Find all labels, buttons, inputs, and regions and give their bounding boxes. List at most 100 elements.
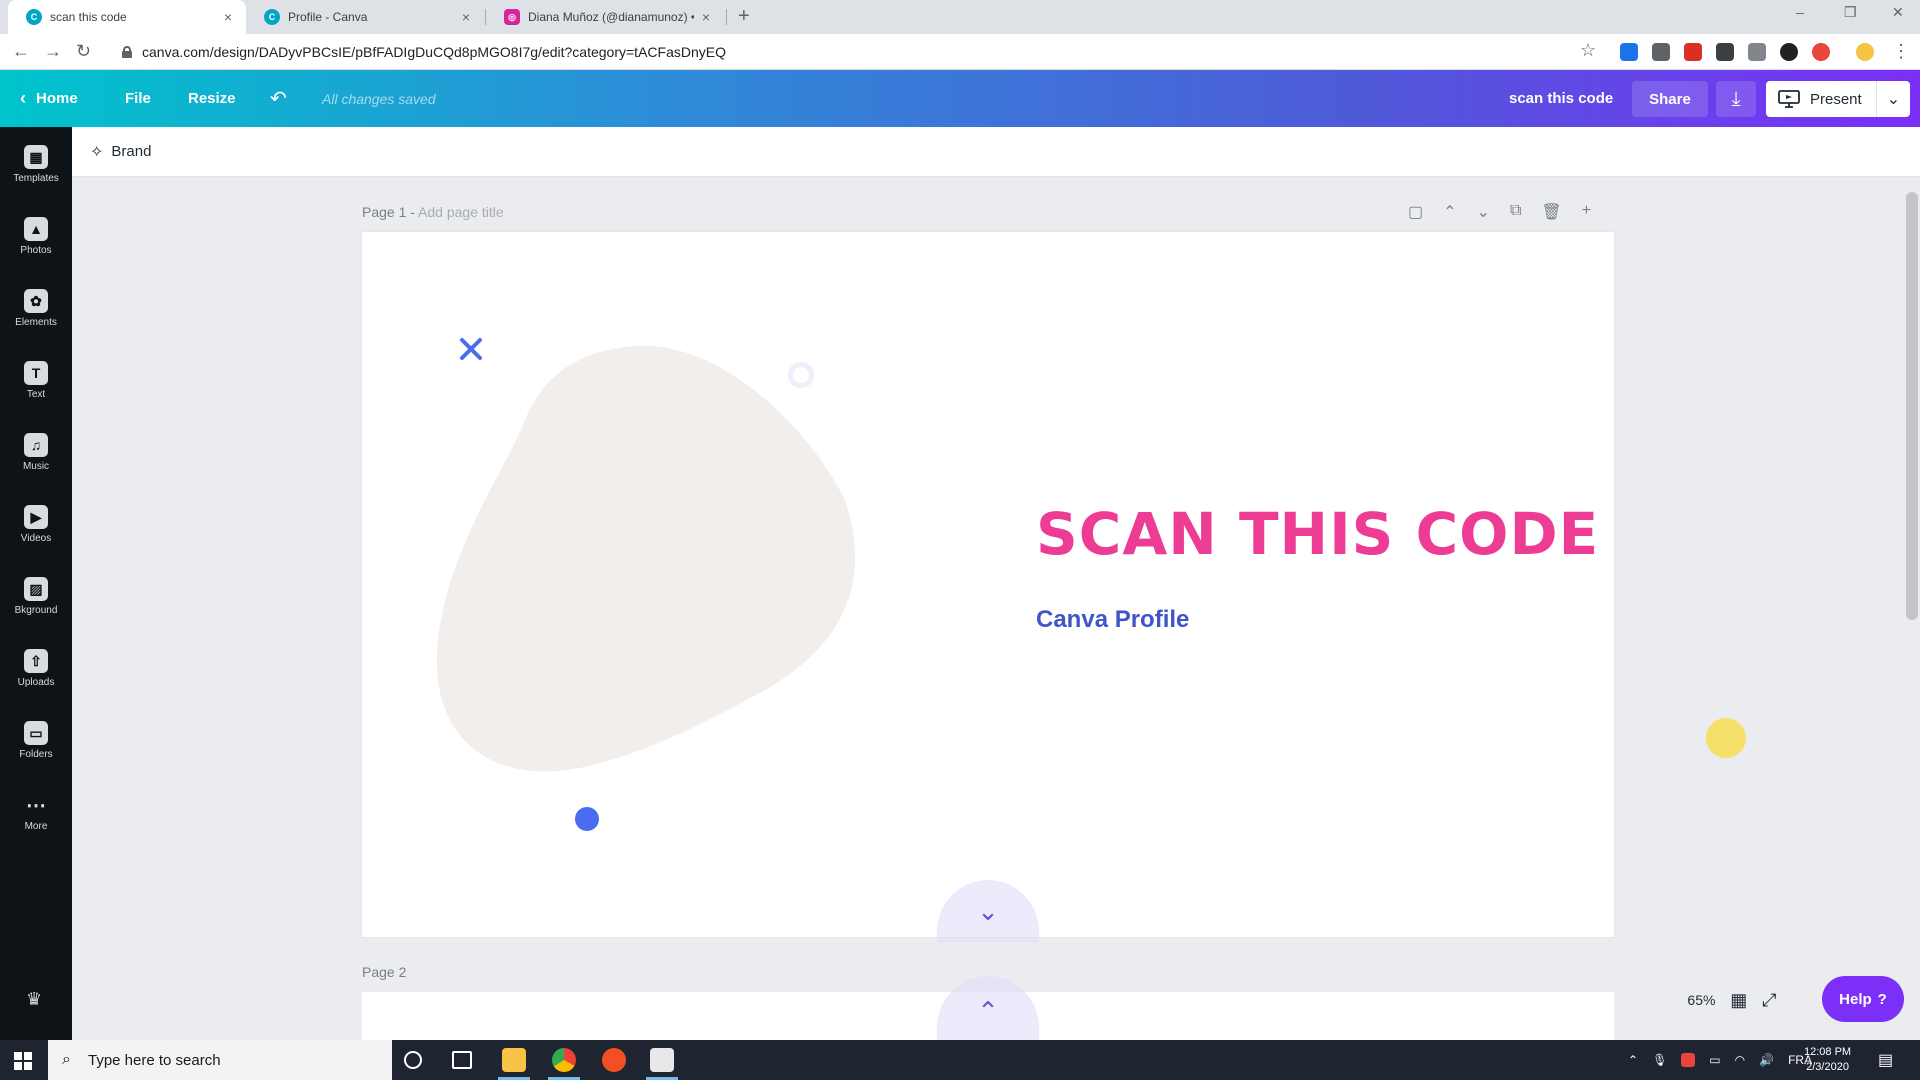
fullscreen-icon[interactable]: ⤢	[1762, 990, 1776, 1011]
extension-icon[interactable]	[1684, 43, 1702, 61]
resize-button[interactable]: Resize	[188, 70, 236, 127]
ring-shape[interactable]	[788, 362, 814, 388]
url-field[interactable]: canva.com/design/DADyvPBCsIE/pBfFADIgDuC…	[108, 38, 1608, 66]
rail-item-templates[interactable]: ▦ Templates	[0, 141, 72, 201]
taskbar-search-field[interactable]: ⌕ Type here to search	[48, 1040, 392, 1080]
headline-text[interactable]: SCAN THIS CODE	[1036, 500, 1599, 568]
scrollbar-thumb[interactable]	[1906, 192, 1918, 620]
rail-item-folders[interactable]: ▭ Folders	[0, 717, 72, 777]
design-title[interactable]: scan this code	[1509, 70, 1613, 127]
file-explorer-icon[interactable]	[502, 1048, 526, 1072]
add-page-title[interactable]: Add page title	[418, 204, 504, 220]
extension-icon[interactable]	[1780, 43, 1798, 61]
blue-dot-shape[interactable]	[575, 807, 599, 831]
chrome-icon[interactable]	[552, 1048, 576, 1072]
video-editor-icon[interactable]	[650, 1048, 674, 1072]
download-icon: ⤓	[1731, 87, 1741, 110]
crown-icon[interactable]: ♛	[26, 989, 42, 1010]
share-button[interactable]: Share	[1632, 81, 1708, 117]
extension-icon[interactable]	[1620, 43, 1638, 61]
cortana-icon[interactable]	[404, 1051, 422, 1069]
lock-icon	[122, 46, 132, 58]
download-button[interactable]: ⤓	[1716, 81, 1756, 117]
subline-text[interactable]: Canva Profile	[1036, 606, 1189, 634]
present-label: Present	[1810, 90, 1862, 108]
extension-icon[interactable]	[1748, 43, 1766, 61]
save-status: All changes saved	[322, 90, 436, 107]
extension-icon[interactable]	[1652, 43, 1670, 61]
tab-title: Profile - Canva	[288, 10, 368, 24]
minimize-button[interactable]: –	[1796, 4, 1804, 20]
rail-item-text[interactable]: T Text	[0, 357, 72, 417]
x-shape-icon[interactable]	[459, 337, 483, 361]
duplicate-page-icon[interactable]: ⧉	[1510, 202, 1521, 222]
tab-separator	[726, 9, 727, 25]
microphone-icon[interactable]: 🎙	[1652, 1053, 1667, 1067]
uploads-icon: ⇧	[24, 649, 48, 673]
file-menu-button[interactable]: File	[125, 70, 151, 127]
browser-tab[interactable]: C Profile - Canva ×	[246, 0, 484, 34]
bookmark-star-icon[interactable]: ☆	[1580, 40, 1596, 61]
window-close-button[interactable]: ✕	[1892, 4, 1904, 21]
instagram-favicon-icon: ◎	[504, 9, 520, 25]
battery-icon[interactable]: ▭	[1709, 1053, 1720, 1067]
extension-icon[interactable]	[1812, 43, 1830, 61]
profile-avatar[interactable]	[1856, 43, 1874, 61]
zoom-controls: 65% ▦ ⤢	[1680, 980, 1784, 1020]
page-number: Page 1 -	[362, 204, 419, 220]
notes-icon[interactable]: ▢	[1408, 202, 1423, 222]
rail-item-videos[interactable]: ▶ Videos	[0, 501, 72, 561]
tab-title: scan this code	[50, 10, 127, 24]
task-view-icon[interactable]	[452, 1051, 472, 1069]
beige-blob-shape[interactable]	[435, 340, 855, 780]
wifi-icon[interactable]: ◠	[1735, 1053, 1745, 1067]
cursor-highlight	[1706, 718, 1746, 758]
clock[interactable]: 12:08 PM 2/3/2020	[1804, 1040, 1851, 1080]
question-icon: ?	[1877, 990, 1887, 1008]
undo-icon[interactable]: ↶	[270, 70, 287, 127]
templates-icon: ▦	[24, 145, 48, 169]
rail-item-elements[interactable]: ✿ Elements	[0, 285, 72, 345]
canva-header: ‹ Home File Resize ↶ All changes saved s…	[0, 70, 1920, 127]
page-toolbar: ▢ ⌃ ⌄ ⧉ 🗑 +	[1408, 202, 1591, 222]
tray-app-icon[interactable]	[1681, 1053, 1696, 1067]
tab-close-icon[interactable]: ×	[224, 9, 232, 25]
browser-tab[interactable]: ◎ Diana Muñoz (@dianamunoz) • I ×	[486, 0, 724, 34]
windows-start-icon[interactable]	[14, 1052, 32, 1070]
side-panel-rail: ▦ Templates ▲ Photos ✿ Elements T Text ♫…	[0, 127, 72, 1040]
tab-close-icon[interactable]: ×	[462, 9, 470, 25]
rail-item-music[interactable]: ♫ Music	[0, 429, 72, 489]
new-tab-button[interactable]: +	[738, 5, 750, 28]
move-up-icon[interactable]: ⌃	[1443, 202, 1456, 222]
present-screen-icon	[1778, 90, 1800, 108]
extension-icon[interactable]	[1716, 43, 1734, 61]
tab-close-icon[interactable]: ×	[702, 9, 710, 25]
restore-button[interactable]: ❐	[1844, 4, 1857, 21]
move-down-icon[interactable]: ⌄	[1477, 202, 1490, 222]
rail-item-photos[interactable]: ▲ Photos	[0, 213, 72, 273]
help-button[interactable]: Help ?	[1822, 976, 1904, 1022]
tray-expand-icon[interactable]: ⌃	[1628, 1053, 1638, 1067]
notification-icon[interactable]: ▤	[1878, 1040, 1893, 1080]
forward-icon[interactable]: →	[44, 41, 62, 62]
chevron-down-icon[interactable]: ⌄	[1887, 89, 1900, 109]
present-button[interactable]: Present ⌄	[1766, 81, 1910, 117]
address-bar-row: ← → ↻ canva.com/design/DADyvPBCsIE/pBfFA…	[0, 34, 1920, 70]
back-icon[interactable]: ←	[12, 41, 30, 62]
add-page-icon[interactable]: +	[1582, 202, 1591, 222]
reload-icon[interactable]: ↻	[76, 41, 91, 62]
brand-bar[interactable]: ✧ Brand	[72, 127, 1920, 177]
home-button[interactable]: ‹ Home	[20, 70, 78, 127]
browser-menu-icon[interactable]: ⋮	[1892, 41, 1910, 62]
rail-item-background[interactable]: ▨ Bkground	[0, 573, 72, 633]
delete-page-icon[interactable]: 🗑	[1541, 202, 1561, 222]
app-icon[interactable]	[602, 1048, 626, 1072]
elements-icon: ✿	[24, 289, 48, 313]
browser-tab[interactable]: C scan this code ×	[8, 0, 246, 34]
rail-item-more[interactable]: ⋯ More	[0, 789, 72, 849]
volume-icon[interactable]: 🔊	[1759, 1053, 1774, 1067]
rail-item-uploads[interactable]: ⇧ Uploads	[0, 645, 72, 705]
grid-view-icon[interactable]: ▦	[1730, 990, 1747, 1011]
rail-label: Folders	[19, 749, 53, 760]
zoom-level[interactable]: 65%	[1687, 992, 1715, 1008]
